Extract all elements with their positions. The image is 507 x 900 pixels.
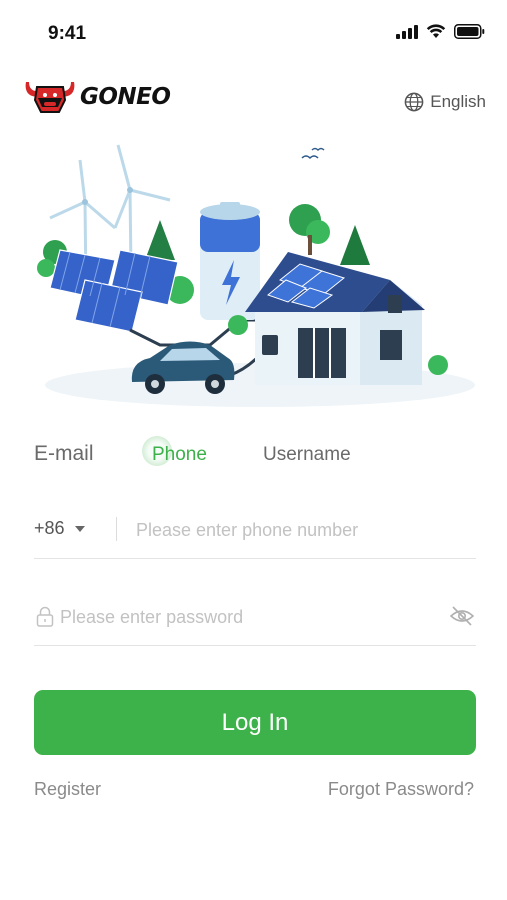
- energy-illustration: [37, 144, 475, 407]
- bull-logo-icon: [25, 82, 75, 113]
- brand-name: GONEO: [80, 84, 171, 110]
- globe-icon: [404, 92, 424, 112]
- register-link[interactable]: Register: [34, 779, 101, 800]
- country-code-selector[interactable]: +86: [34, 518, 85, 539]
- tab-username[interactable]: Username: [263, 444, 351, 466]
- field-divider: [116, 517, 117, 541]
- status-icons: [396, 24, 485, 39]
- password-field-row: [34, 592, 476, 646]
- status-time: 9:41: [48, 23, 87, 44]
- language-selector[interactable]: English: [404, 92, 486, 112]
- wifi-icon: [426, 24, 446, 38]
- tab-email[interactable]: E-mail: [34, 442, 94, 466]
- login-button[interactable]: Log In: [34, 690, 476, 755]
- phone-field-row: +86: [34, 505, 476, 559]
- brand-logo: GONEO: [22, 74, 171, 120]
- phone-input[interactable]: [136, 513, 466, 547]
- status-bar: 9:41: [0, 0, 507, 60]
- lock-icon: [36, 606, 54, 627]
- login-method-tabs: E-mail Phone Username: [34, 436, 474, 476]
- country-code: +86: [34, 518, 65, 538]
- forgot-password-link[interactable]: Forgot Password?: [328, 779, 474, 800]
- caret-down-icon: [74, 525, 85, 532]
- signal-icon: [396, 24, 418, 39]
- tab-phone[interactable]: Phone: [152, 444, 207, 466]
- language-label: English: [430, 92, 486, 111]
- battery-icon: [454, 24, 485, 39]
- eye-off-icon[interactable]: [450, 605, 474, 627]
- password-input[interactable]: [60, 600, 430, 634]
- header: GONEO English: [0, 72, 507, 132]
